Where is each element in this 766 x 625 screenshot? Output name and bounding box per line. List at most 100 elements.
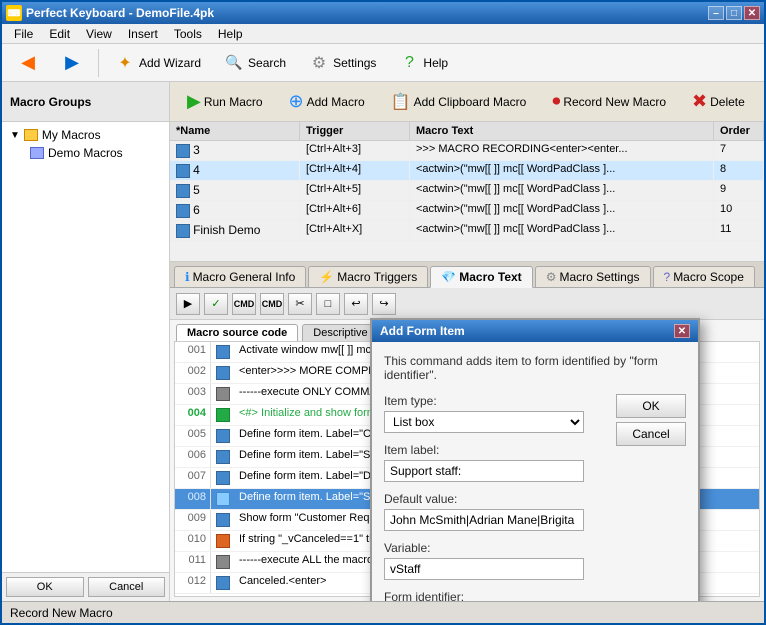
macro-row-3[interactable]: 6 [Ctrl+Alt+6] <actwin>("mw[[ ]] mc[[ Wo… [170, 201, 764, 221]
help-button[interactable]: ? Help [389, 48, 457, 78]
menu-help[interactable]: Help [210, 25, 251, 43]
item-label-row: Item label: [384, 443, 608, 482]
maximize-button[interactable]: □ [726, 6, 742, 20]
minimize-button[interactable]: – [708, 6, 724, 20]
delete-label: Delete [710, 95, 745, 109]
search-button[interactable]: 🔍 Search [214, 48, 295, 78]
wizard-button[interactable]: ✦ Add Wizard [105, 48, 210, 78]
add-label: Add Macro [307, 95, 365, 109]
ok-button-left[interactable]: OK [6, 577, 84, 597]
macro-text-0: >>> MACRO RECORDING<enter><enter... [410, 141, 714, 160]
tab-triggers-label: Macro Triggers [337, 270, 417, 284]
macro-groups-header: Macro Groups [2, 82, 169, 122]
macro-trigger-1: [Ctrl+Alt+4] [300, 161, 410, 180]
cancel-button-left[interactable]: Cancel [88, 577, 166, 597]
macro-text-1: <actwin>("mw[[ ]] mc[[ WordPadClass ]... [410, 161, 714, 180]
tabs-container: ℹ Macro General Info ⚡ Macro Triggers 💎 … [170, 262, 764, 601]
tab-macro-text-label: Macro Text [459, 270, 521, 284]
title-bar: ⌨ Perfect Keyboard - DemoFile.4pk – □ ✕ [2, 2, 764, 24]
dialog-description: This command adds item to form identifie… [384, 354, 686, 382]
close-button[interactable]: ✕ [744, 6, 760, 20]
settings-button[interactable]: ⚙ Settings [299, 48, 385, 78]
item-label-label: Item label: [384, 443, 608, 457]
macro-name-0: 3 [170, 141, 300, 160]
add-form-item-dialog: Add Form Item ✕ This command adds item t… [370, 318, 700, 601]
macro-list[interactable]: *Name Trigger Macro Text Order 3 [Ctrl+A… [170, 122, 764, 262]
subfolder-icon [30, 147, 44, 159]
tab-scope[interactable]: ? Macro Scope [653, 266, 755, 287]
clipboard-button[interactable]: 📋 Add Clipboard Macro [380, 87, 538, 117]
record-icon: ⏺ [552, 93, 560, 111]
item-type-select[interactable]: List box [384, 411, 584, 433]
settings-icon: ⚙ [308, 52, 330, 74]
macro-order-3: 10 [714, 201, 764, 220]
delete-button[interactable]: ✖ Delete [681, 86, 756, 117]
tree-label-my-macros: My Macros [42, 128, 101, 142]
tab-bar: ℹ Macro General Info ⚡ Macro Triggers 💎 … [170, 262, 764, 288]
macro-text-3: <actwin>("mw[[ ]] mc[[ WordPadClass ]... [410, 201, 714, 220]
wizard-label: Add Wizard [139, 56, 201, 70]
variable-input[interactable] [384, 558, 584, 580]
status-bar: Record New Macro [2, 601, 764, 623]
tab-macro-text-icon: 💎 [441, 270, 456, 284]
forward-button[interactable]: ▶ [52, 48, 92, 78]
macro-trigger-2: [Ctrl+Alt+5] [300, 181, 410, 200]
macro-trigger-0: [Ctrl+Alt+3] [300, 141, 410, 160]
macro-row-4[interactable]: Finish Demo [Ctrl+Alt+X] <actwin>("mw[[ … [170, 221, 764, 241]
back-button[interactable]: ◀ [8, 48, 48, 78]
search-icon: 🔍 [223, 52, 245, 74]
help-icon: ? [398, 52, 420, 74]
dialog-overlay: Add Form Item ✕ This command adds item t… [170, 288, 764, 601]
help-label: Help [423, 56, 448, 70]
tab-macro-text[interactable]: 💎 Macro Text [430, 266, 532, 288]
menu-edit[interactable]: Edit [41, 25, 78, 43]
menu-insert[interactable]: Insert [120, 25, 166, 43]
record-button[interactable]: ⏺ Record New Macro [541, 88, 677, 116]
menu-file[interactable]: File [6, 25, 41, 43]
clipboard-icon: 📋 [391, 92, 411, 112]
macro-row-2[interactable]: 5 [Ctrl+Alt+5] <actwin>("mw[[ ]] mc[[ Wo… [170, 181, 764, 201]
dialog-cancel-button[interactable]: Cancel [616, 422, 686, 446]
main-layout: Macro Groups ▼ My Macros Demo Macros OK [2, 82, 764, 601]
tab-general-info-label: Macro General Info [193, 270, 296, 284]
macro-order-1: 8 [714, 161, 764, 180]
dialog-title-bar: Add Form Item ✕ [372, 320, 698, 342]
tab-triggers[interactable]: ⚡ Macro Triggers [308, 266, 428, 287]
variable-label: Variable: [384, 541, 608, 555]
item-type-row: Item type: List box [384, 394, 608, 433]
macro-row-0[interactable]: 3 [Ctrl+Alt+3] >>> MACRO RECORDING<enter… [170, 141, 764, 161]
window-controls: – □ ✕ [708, 6, 760, 20]
tab-general-info[interactable]: ℹ Macro General Info [174, 266, 306, 287]
clipboard-label: Add Clipboard Macro [414, 95, 527, 109]
dialog-ok-button[interactable]: OK [616, 394, 686, 418]
macro-order-0: 7 [714, 141, 764, 160]
tab-content: ▶ ✓ CMD CMD ✂ □ ↩ ↪ Macro source code [170, 288, 764, 601]
toolbar-sep-1 [98, 49, 99, 77]
col-name-header: *Name [170, 122, 300, 140]
macro-groups-title: Macro Groups [10, 95, 91, 109]
tree-item-demo-macros[interactable]: Demo Macros [26, 144, 165, 162]
macro-name-3: 6 [170, 201, 300, 220]
menu-tools[interactable]: Tools [166, 25, 210, 43]
menu-view[interactable]: View [78, 25, 120, 43]
default-value-input[interactable] [384, 509, 584, 531]
app-icon: ⌨ [6, 5, 22, 21]
expand-icon: ▼ [10, 130, 20, 141]
dialog-close-button[interactable]: ✕ [674, 324, 690, 338]
col-order-header: Order [714, 122, 764, 140]
tab-settings[interactable]: ⚙ Macro Settings [535, 266, 651, 287]
item-label-input[interactable] [384, 460, 584, 482]
toolbar: ◀ ▶ ✦ Add Wizard 🔍 Search ⚙ Settings ? H… [2, 44, 764, 82]
tree-item-my-macros[interactable]: ▼ My Macros [6, 126, 165, 144]
add-macro-button[interactable]: ⊕ Add Macro [278, 86, 376, 117]
main-window: ⌨ Perfect Keyboard - DemoFile.4pk – □ ✕ … [0, 0, 766, 625]
run-label: Run Macro [204, 95, 263, 109]
tab-triggers-icon: ⚡ [319, 270, 334, 284]
tree-sub: Demo Macros [26, 144, 165, 162]
run-macro-button[interactable]: ▶ Run Macro [176, 86, 274, 117]
forward-icon: ▶ [61, 52, 83, 74]
macro-row-1[interactable]: 4 [Ctrl+Alt+4] <actwin>("mw[[ ]] mc[[ Wo… [170, 161, 764, 181]
tree-area: ▼ My Macros Demo Macros [2, 122, 169, 572]
list-header: *Name Trigger Macro Text Order [170, 122, 764, 141]
run-icon: ▶ [187, 91, 201, 112]
